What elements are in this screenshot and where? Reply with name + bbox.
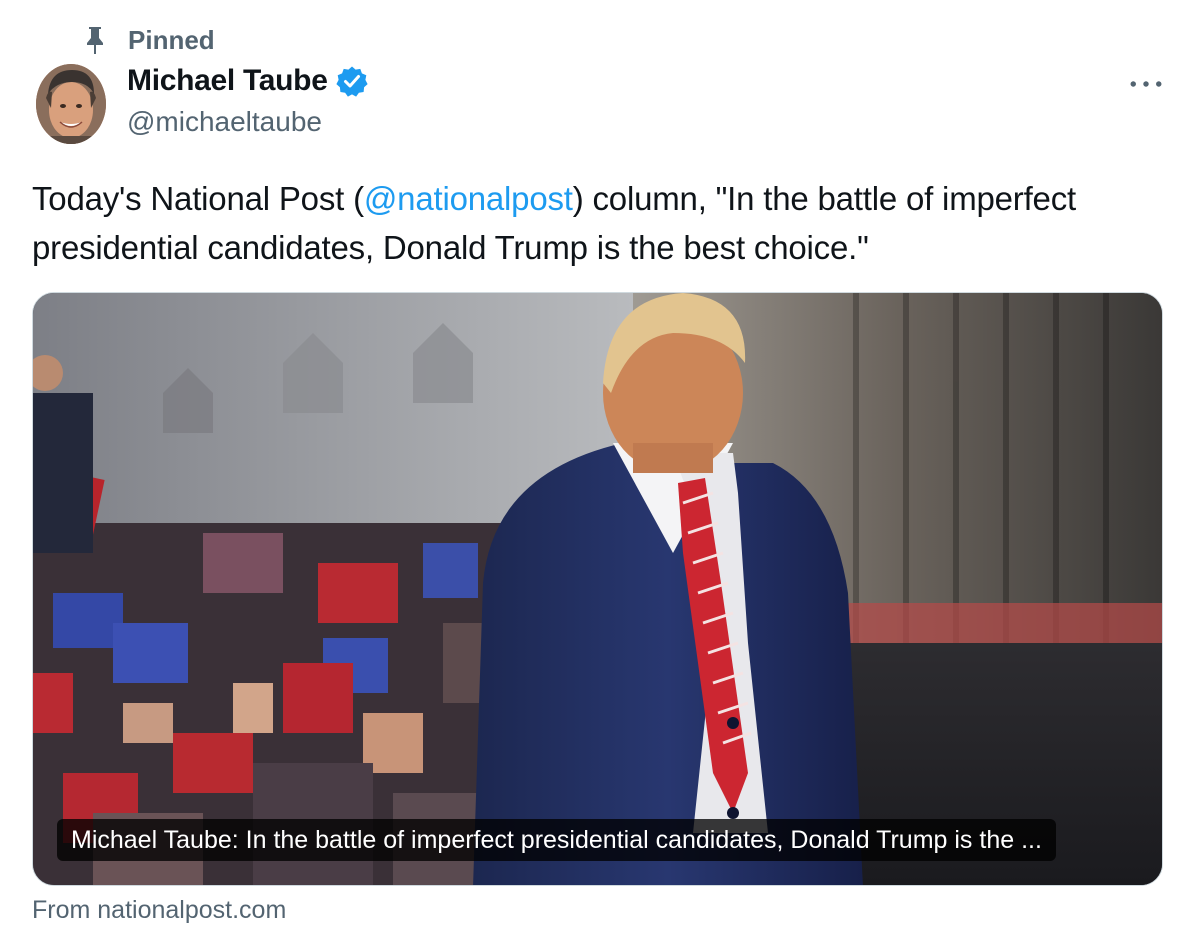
card-title: Michael Taube: In the battle of imperfec… [57, 819, 1056, 861]
more-horizontal-icon [1130, 81, 1162, 87]
author-handle[interactable]: @michaeltaube [127, 106, 322, 138]
tweet-text-start: Today's National Post ( [32, 180, 364, 217]
card-image [33, 293, 1162, 885]
mention-link[interactable]: @nationalpost [364, 180, 573, 217]
card-source[interactable]: From nationalpost.com [32, 896, 286, 925]
more-options-button[interactable] [1126, 70, 1166, 98]
avatar[interactable] [36, 64, 106, 144]
pinned-label: Pinned [128, 24, 215, 55]
link-card[interactable]: Michael Taube: In the battle of imperfec… [32, 292, 1163, 886]
author-display-name[interactable]: Michael Taube [127, 64, 328, 98]
verified-badge-icon[interactable] [335, 65, 368, 97]
tweet-text: Today's National Post (@nationalpost) co… [32, 174, 1162, 272]
tweet[interactable]: Pinned Michael Taube @michaeltaube Today… [0, 0, 1200, 944]
pinned-indicator: Pinned [82, 24, 215, 56]
author-name-row[interactable]: Michael Taube [127, 64, 368, 98]
pin-icon [82, 25, 108, 55]
